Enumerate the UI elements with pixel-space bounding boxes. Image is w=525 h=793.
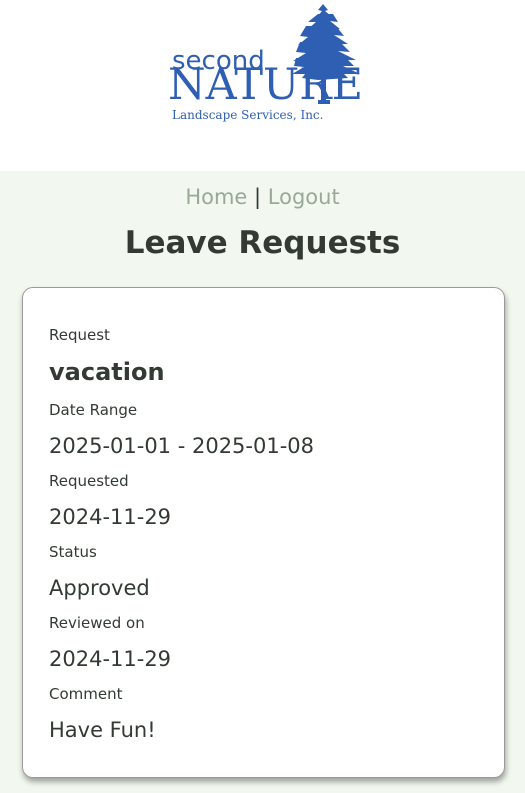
date-range-label: Date Range xyxy=(49,401,138,419)
reviewed-on-label: Reviewed on xyxy=(49,614,145,632)
date-range-value: 2025-01-01 - 2025-01-08 xyxy=(49,434,315,458)
nav-link-home[interactable]: Home xyxy=(185,185,247,209)
status-value: Approved xyxy=(49,576,150,600)
request-label: Request xyxy=(49,326,110,344)
company-logo[interactable]: second NATURE Landscape Services, Inc. xyxy=(168,4,364,122)
logo-text-nature: NATURE xyxy=(168,60,364,110)
requested-value: 2024-11-29 xyxy=(49,505,172,529)
requested-label: Requested xyxy=(49,472,129,490)
reviewed-on-value: 2024-11-29 xyxy=(49,647,172,671)
status-label: Status xyxy=(49,543,97,561)
nav-link-logout[interactable]: Logout xyxy=(268,185,340,209)
nav-separator: | xyxy=(254,185,262,209)
comment-value: Have Fun! xyxy=(49,718,156,742)
leave-request-card: Request vacation Date Range 2025-01-01 -… xyxy=(22,287,505,778)
site-header: second NATURE Landscape Services, Inc. xyxy=(0,0,525,171)
top-nav: Home | Logout xyxy=(0,183,525,211)
logo-text-subtitle: Landscape Services, Inc. xyxy=(172,108,324,122)
page-title: Leave Requests xyxy=(124,225,401,261)
request-value: vacation xyxy=(49,358,165,386)
comment-label: Comment xyxy=(49,685,123,703)
